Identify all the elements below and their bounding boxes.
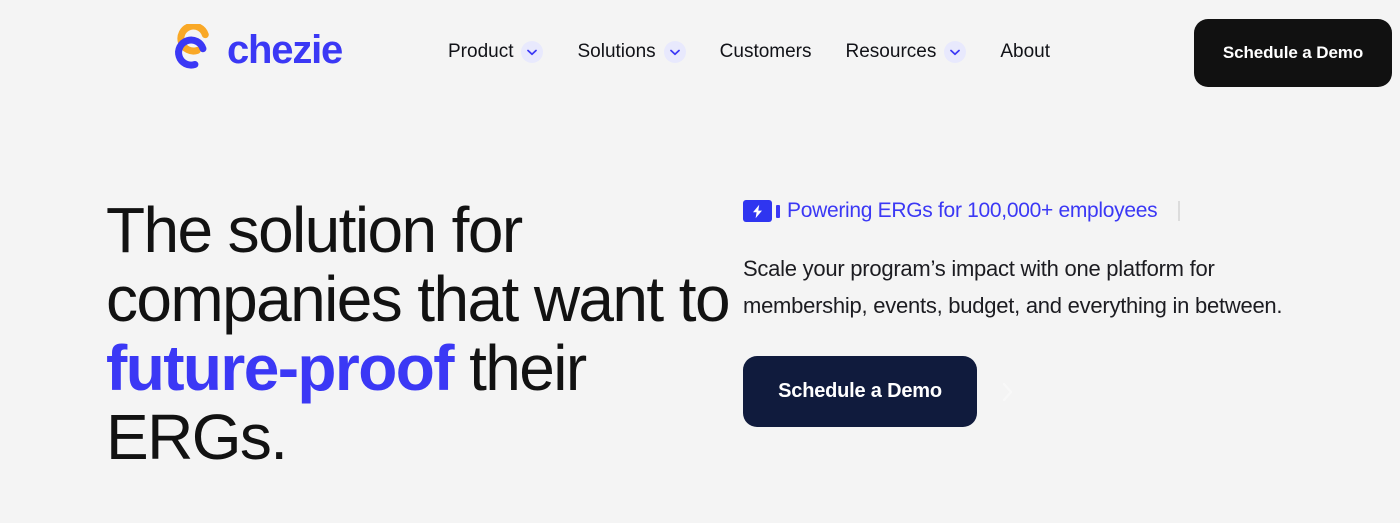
- page-title: The solution for companies that want to …: [106, 196, 736, 472]
- headline-highlight: future-proof: [106, 332, 455, 404]
- eyebrow-divider: [1178, 201, 1181, 221]
- chezie-double-c-icon: [168, 24, 218, 76]
- nav-item-customers[interactable]: Customers: [720, 36, 836, 68]
- chevron-down-icon[interactable]: [521, 41, 544, 63]
- nav-item-label: About: [1000, 41, 1050, 62]
- lightning-bolt-icon: [743, 200, 772, 222]
- nav-item-label: Product: [448, 41, 514, 62]
- hero-cta-row: Schedule a Demo: [743, 356, 1343, 427]
- headline-part-1: The solution for companies that want to: [106, 194, 731, 335]
- nav-item-product[interactable]: Product: [448, 36, 567, 68]
- nav-item-about[interactable]: About: [1000, 36, 1050, 68]
- eyebrow-accent-bar: [776, 204, 780, 218]
- chevron-right-icon[interactable]: [1001, 381, 1015, 403]
- logo-wordmark: chezie: [227, 28, 343, 72]
- hero-copy-block: Powering ERGs for 100,000+ employees Sca…: [743, 196, 1343, 427]
- nav-item-resources[interactable]: Resources: [846, 36, 991, 68]
- eyebrow-label: Powering ERGs for 100,000+ employees: [787, 199, 1158, 222]
- nav-item-label: Solutions: [577, 41, 656, 62]
- logo-link[interactable]: chezie: [168, 24, 343, 76]
- hero-headline-block: The solution for companies that want to …: [106, 196, 736, 472]
- landing-page: chezie Product Solutions Customers Resou…: [0, 0, 1400, 523]
- header-schedule-demo-button[interactable]: Schedule a Demo: [1194, 19, 1392, 87]
- hero-eyebrow: Powering ERGs for 100,000+ employees: [743, 196, 1343, 226]
- main-nav: Product Solutions Customers Resources Ab…: [448, 36, 1050, 68]
- chevron-down-icon[interactable]: [663, 41, 686, 63]
- nav-item-label: Customers: [719, 41, 812, 62]
- hero-schedule-demo-button[interactable]: Schedule a Demo: [743, 356, 977, 427]
- nav-item-solutions[interactable]: Solutions: [577, 36, 709, 68]
- chevron-down-icon[interactable]: [944, 41, 967, 63]
- site-header: chezie Product Solutions Customers Resou…: [0, 0, 1400, 105]
- nav-item-label: Resources: [845, 41, 937, 62]
- hero-subheading: Scale your program’s impact with one pla…: [743, 256, 1283, 318]
